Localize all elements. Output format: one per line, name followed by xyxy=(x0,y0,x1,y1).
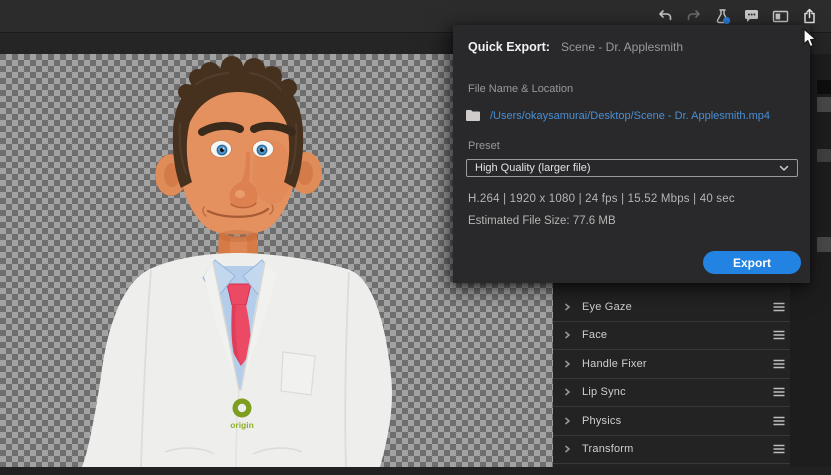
share-export-icon[interactable] xyxy=(801,8,818,25)
behavior-row-face[interactable]: Face xyxy=(553,322,790,350)
preset-select[interactable]: High Quality (larger file) xyxy=(466,159,798,177)
edge-block xyxy=(817,149,831,162)
preset-label: Preset xyxy=(468,140,500,152)
chevron-right-icon[interactable] xyxy=(563,303,571,311)
dialog-header: Quick Export: Scene - Dr. Applesmith xyxy=(468,40,683,54)
edge-scrollbar-thumb[interactable] xyxy=(817,97,831,112)
edge-block xyxy=(817,237,831,252)
behavior-label: Face xyxy=(582,329,608,342)
preset-value: High Quality (larger file) xyxy=(475,162,591,174)
chevron-right-icon[interactable] xyxy=(563,388,571,396)
estimated-file-size: Estimated File Size: 77.6 MB xyxy=(468,215,616,227)
bottom-bar xyxy=(0,467,831,475)
hamburger-menu-icon[interactable] xyxy=(773,302,785,312)
file-section-label: File Name & Location xyxy=(468,83,574,95)
hamburger-menu-icon[interactable] xyxy=(773,444,785,454)
export-specs: H.264 | 1920 x 1080 | 24 fps | 15.52 Mbp… xyxy=(468,193,735,205)
undo-icon[interactable] xyxy=(656,8,673,25)
behavior-label: Handle Fixer xyxy=(582,357,647,370)
beaker-icon[interactable] xyxy=(714,8,731,25)
export-button[interactable]: Export xyxy=(703,251,801,274)
edge-block xyxy=(817,80,831,94)
dialog-scene-name: Scene - Dr. Applesmith xyxy=(560,40,684,54)
behavior-row-eye-gaze[interactable]: Eye Gaze xyxy=(553,293,790,322)
mouse-cursor xyxy=(803,28,817,48)
behavior-label: Eye Gaze xyxy=(582,300,632,313)
folder-icon xyxy=(466,110,480,121)
hamburger-menu-icon[interactable] xyxy=(773,359,785,369)
behavior-row-lip-sync[interactable]: Lip Sync xyxy=(553,379,790,407)
file-location-row: /Users/okaysamurai/Desktop/Scene - Dr. A… xyxy=(465,109,770,122)
chevron-right-icon[interactable] xyxy=(563,417,571,425)
chevron-right-icon[interactable] xyxy=(563,360,571,368)
app-window: origin Eye Gaze Face Handle Fixer Lip Sy… xyxy=(0,0,831,475)
behavior-row-physics[interactable]: Physics xyxy=(553,407,790,436)
behavior-row-handle-fixer[interactable]: Handle Fixer xyxy=(553,350,790,379)
comment-icon[interactable] xyxy=(743,8,760,25)
chevron-right-icon[interactable] xyxy=(563,331,571,339)
behavior-row-transform[interactable]: Transform xyxy=(553,436,790,464)
panel-layout-icon[interactable] xyxy=(772,8,789,25)
behavior-label: Lip Sync xyxy=(582,386,626,399)
coat-logo-text: origin xyxy=(230,420,254,430)
dialog-title: Quick Export: xyxy=(468,40,550,54)
behavior-label: Transform xyxy=(582,443,634,456)
chevron-right-icon[interactable] xyxy=(563,445,571,453)
behaviors-list: Eye Gaze Face Handle Fixer Lip Sync Phys xyxy=(553,293,790,464)
hamburger-menu-icon[interactable] xyxy=(773,330,785,340)
redo-icon[interactable] xyxy=(685,8,702,25)
file-path-link[interactable]: /Users/okaysamurai/Desktop/Scene - Dr. A… xyxy=(490,110,770,122)
chevron-down-icon xyxy=(779,165,789,171)
hamburger-menu-icon[interactable] xyxy=(773,387,785,397)
quick-export-dialog: Quick Export: Scene - Dr. Applesmith Fil… xyxy=(453,25,810,283)
behavior-label: Physics xyxy=(582,414,622,427)
hamburger-menu-icon[interactable] xyxy=(773,416,785,426)
